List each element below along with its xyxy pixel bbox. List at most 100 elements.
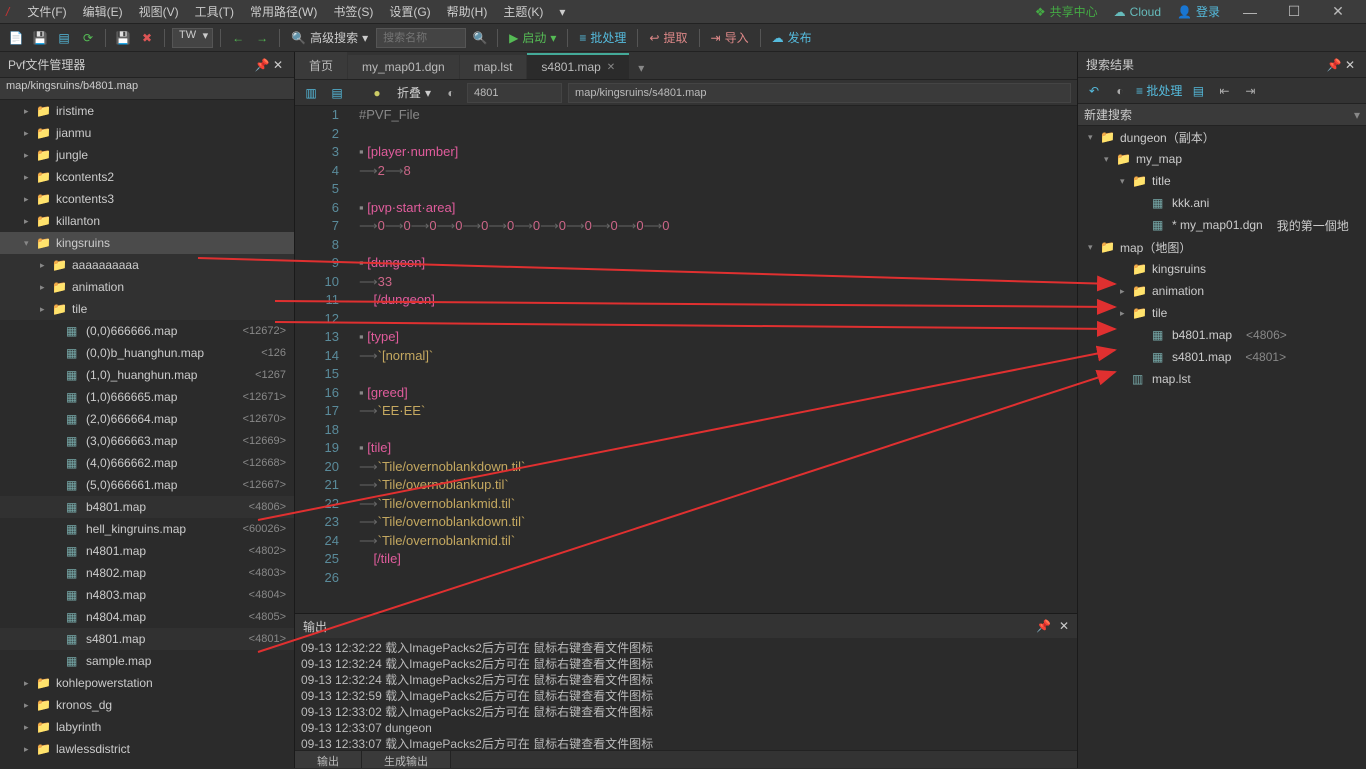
editor-tab[interactable]: s4801.map✕ — [527, 53, 629, 79]
status-tab[interactable]: 生成输出 — [362, 751, 451, 768]
result-file[interactable]: ▦b4801.map<4806> — [1078, 324, 1366, 346]
tree-file[interactable]: ▦(0,0)b_huanghun.map<126 — [0, 342, 294, 364]
saveas-icon[interactable]: 💾 — [113, 28, 133, 48]
tree-folder[interactable]: ▸📁killanton — [0, 210, 294, 232]
login-btn[interactable]: 👤 登录 — [1169, 0, 1228, 23]
nav-back-icon[interactable]: ← — [228, 28, 248, 48]
tree-file[interactable]: ▦(4,0)666662.map<12668> — [0, 452, 294, 474]
pin-icon[interactable]: 📌 — [1326, 58, 1342, 72]
result-folder[interactable]: ▾📁dungeon（副本） — [1078, 126, 1366, 148]
menu-item[interactable]: 常用路径(W) — [242, 2, 325, 22]
tree-file[interactable]: ▦n4804.map<4805> — [0, 606, 294, 628]
tabs-menu-icon[interactable]: ▾ — [630, 57, 652, 79]
toggle-icon[interactable]: ◐ — [441, 83, 461, 103]
close-icon[interactable]: ✕ — [1342, 58, 1358, 72]
results-tree[interactable]: ▾📁dungeon（副本）▾📁my_map▾📁title▦kkk.ani▦* m… — [1078, 126, 1366, 768]
win-minimize[interactable]: — — [1228, 4, 1272, 20]
close-icon[interactable]: ✕ — [1059, 619, 1069, 633]
editor-tab[interactable]: my_map01.dgn — [348, 55, 459, 79]
menu-item[interactable]: 设置(G) — [381, 2, 438, 22]
fold-btn[interactable]: 折叠 ▾ — [393, 84, 435, 101]
result-folder[interactable]: ▾📁map（地图） — [1078, 236, 1366, 258]
win-maximize[interactable]: ☐ — [1272, 3, 1316, 20]
tree-folder[interactable]: ▸📁kohlepowerstation — [0, 672, 294, 694]
save-all-icon[interactable]: ▤ — [54, 28, 74, 48]
tree-file[interactable]: ▦(2,0)666664.map<12670> — [0, 408, 294, 430]
new-search-row[interactable]: 新建搜索▾ — [1078, 104, 1366, 126]
tree-folder[interactable]: ▸📁labyrinth — [0, 716, 294, 738]
cloud-btn[interactable]: ☁ Cloud — [1106, 2, 1169, 22]
result-file[interactable]: ▥map.lst — [1078, 368, 1366, 390]
tree-folder[interactable]: ▸📁lawlessdistrict — [0, 738, 294, 760]
adv-search-btn[interactable]: 🔍 高级搜索 ▾ — [287, 29, 372, 46]
menu-item[interactable]: 帮助(H) — [439, 2, 496, 22]
win-close[interactable]: ✕ — [1316, 3, 1360, 20]
tree-folder[interactable]: ▸📁animation — [0, 276, 294, 298]
tree-folder[interactable]: ▸📁kcontents3 — [0, 188, 294, 210]
new-file-icon[interactable]: 📄 — [6, 28, 26, 48]
tree-folder[interactable]: ▸📁kronos_dg — [0, 694, 294, 716]
tree-folder[interactable]: ▸📁iristime — [0, 100, 294, 122]
close-icon[interactable]: ✕ — [270, 58, 286, 72]
menu-item[interactable]: 视图(V) — [131, 2, 187, 22]
result-file[interactable]: ▦kkk.ani — [1078, 192, 1366, 214]
collapse-icon[interactable]: ⇤ — [1214, 81, 1234, 101]
tree-file[interactable]: ▦n4802.map<4803> — [0, 562, 294, 584]
pin-icon[interactable]: 📌 — [1036, 619, 1051, 633]
tree-file[interactable]: ▦n4803.map<4804> — [0, 584, 294, 606]
bulb-icon[interactable]: ● — [367, 83, 387, 103]
result-folder[interactable]: ▾📁title — [1078, 170, 1366, 192]
extract-btn[interactable]: ↩ 提取 — [645, 29, 691, 46]
expand-icon[interactable]: ⇥ — [1240, 81, 1260, 101]
menu-item[interactable]: 书签(S) — [325, 2, 381, 22]
tree-file[interactable]: ▦s4801.map<4801> — [0, 628, 294, 650]
region-select[interactable]: TW — [172, 28, 213, 48]
menu-item[interactable]: 工具(T) — [187, 2, 242, 22]
search-go-icon[interactable]: 🔍 — [470, 28, 490, 48]
result-folder[interactable]: 📁kingsruins — [1078, 258, 1366, 280]
tree-folder[interactable]: ▸📁tile — [0, 298, 294, 320]
result-file[interactable]: ▦* my_map01.dgn我的第一個地 — [1078, 214, 1366, 236]
result-folder[interactable]: ▸📁animation — [1078, 280, 1366, 302]
delete-icon[interactable]: ✖ — [137, 28, 157, 48]
tree-folder[interactable]: ▸📁jungle — [0, 144, 294, 166]
tree-folder[interactable]: ▸📁aaaaaaaaaa — [0, 254, 294, 276]
tree-file[interactable]: ▦(0,0)666666.map<12672> — [0, 320, 294, 342]
path-field[interactable]: map/kingsruins/b4801.map — [0, 78, 294, 100]
menu-item[interactable]: 主题(K) — [495, 2, 551, 22]
tree-file[interactable]: ▦(3,0)666663.map<12669> — [0, 430, 294, 452]
tree-file[interactable]: ▦(1,0)_huanghun.map<1267 — [0, 364, 294, 386]
panel-icon-1[interactable]: ▥ — [301, 83, 321, 103]
result-folder[interactable]: ▾📁my_map — [1078, 148, 1366, 170]
launch-btn[interactable]: ▶ 启动 ▾ — [505, 29, 560, 46]
file-tree[interactable]: ▸📁iristime▸📁jianmu▸📁jungle▸📁kcontents2▸📁… — [0, 100, 294, 768]
tree-file[interactable]: ▦b4801.map<4806> — [0, 496, 294, 518]
tree-file[interactable]: ▦(1,0)666665.map<12671> — [0, 386, 294, 408]
output-body[interactable]: 09-13 12:32:22 载入ImagePacks2后方可在 鼠标右键查看文… — [295, 638, 1077, 768]
panel-icon-2[interactable]: ▤ — [327, 83, 347, 103]
tree-file[interactable]: ▦n4801.map<4802> — [0, 540, 294, 562]
file-path-input[interactable] — [568, 83, 1071, 103]
save-icon[interactable]: 💾 — [30, 28, 50, 48]
tree-folder[interactable]: ▾📁kingsruins — [0, 232, 294, 254]
search-mode-icon[interactable]: ◐ — [1110, 81, 1130, 101]
editor-tab[interactable]: 首页 — [295, 52, 347, 79]
tree-folder[interactable]: ▸📁jianmu — [0, 122, 294, 144]
nav-fwd-icon[interactable]: → — [252, 28, 272, 48]
refresh-icon[interactable]: ⟳ — [78, 28, 98, 48]
search-name-input[interactable] — [376, 28, 466, 48]
doc-icon[interactable]: ▤ — [1188, 81, 1208, 101]
result-file[interactable]: ▦s4801.map<4801> — [1078, 346, 1366, 368]
menu-item[interactable]: 文件(F) — [19, 2, 74, 22]
tree-folder[interactable]: ▸📁kcontents2 — [0, 166, 294, 188]
result-folder[interactable]: ▸📁tile — [1078, 302, 1366, 324]
tree-file[interactable]: ▦(5,0)666661.map<12667> — [0, 474, 294, 496]
tree-file[interactable]: ▦sample.map — [0, 650, 294, 672]
menu-item[interactable]: 编辑(E) — [75, 2, 131, 22]
status-tab[interactable]: 输出 — [295, 751, 362, 768]
batch-link[interactable]: ≡ 批处理 — [1136, 82, 1182, 99]
undo-search-icon[interactable]: ↶ — [1084, 81, 1104, 101]
code-editor[interactable]: 1#PVF_File23▪ [player·number]4⟶2⟶856▪ [p… — [295, 106, 1077, 613]
editor-tab[interactable]: map.lst — [460, 55, 527, 79]
batch-btn[interactable]: ≡ 批处理 — [575, 29, 630, 46]
